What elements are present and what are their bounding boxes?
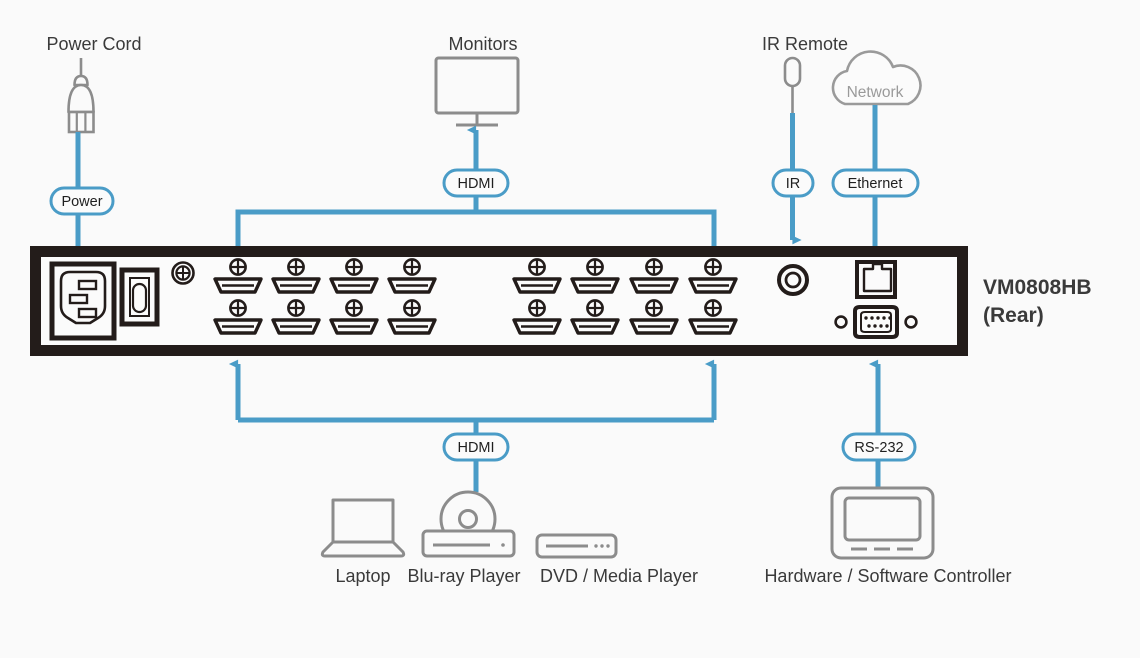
- ir-receiver-jack[interactable]: [777, 264, 809, 296]
- pill-ir: IR: [771, 168, 815, 198]
- label-laptop: Laptop: [335, 566, 390, 586]
- pill-ethernet-text: Ethernet: [848, 176, 903, 192]
- pill-ir-text: IR: [786, 176, 801, 192]
- grounding-screw: [171, 261, 195, 285]
- label-controller: Hardware / Software Controller: [764, 566, 1011, 586]
- iec-power-inlet: [49, 261, 117, 341]
- pill-rs232: RS-232: [841, 432, 917, 462]
- rj45-ethernet-jack[interactable]: [855, 260, 897, 299]
- device-model-side: (Rear): [983, 304, 1044, 327]
- label-power-cord: Power Cord: [46, 34, 141, 54]
- device-model-name: VM0808HB: [983, 276, 1092, 299]
- label-dvd-media-player: DVD / Media Player: [540, 566, 698, 586]
- rocker-power-switch[interactable]: [119, 267, 160, 327]
- pill-ethernet: Ethernet: [831, 168, 920, 198]
- laptop-icon: [320, 498, 406, 558]
- label-bluray-player: Blu-ray Player: [407, 566, 520, 586]
- pill-hdmi-out-text: HDMI: [457, 176, 494, 192]
- diagram-canvas: Power Cord Monitors IR Remote Network Po…: [0, 0, 1140, 658]
- vm0808hb-rear-panel: [30, 246, 968, 356]
- pill-rs232-text: RS-232: [854, 440, 903, 456]
- controller-icon: [830, 486, 935, 560]
- pill-hdmi-in: HDMI: [442, 432, 510, 462]
- pill-power: Power: [49, 186, 115, 216]
- dvd-player-icon: [535, 533, 618, 559]
- label-network: Network: [847, 84, 904, 101]
- pill-power-text: Power: [61, 194, 102, 210]
- pill-hdmi-in-text: HDMI: [457, 440, 494, 456]
- pill-hdmi-out: HDMI: [442, 168, 510, 198]
- label-ir-remote: IR Remote: [762, 34, 848, 54]
- label-monitors: Monitors: [448, 34, 517, 54]
